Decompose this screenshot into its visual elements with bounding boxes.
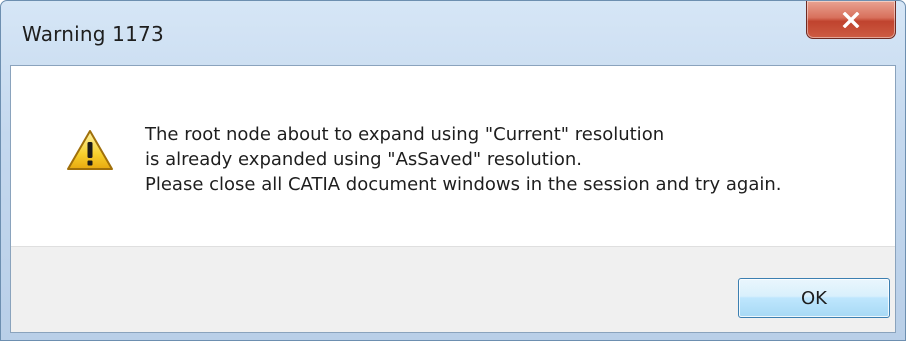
dialog-client-area: The root node about to expand using "Cur… (10, 65, 896, 333)
close-button[interactable] (806, 1, 896, 39)
window-title: Warning 1173 (22, 22, 164, 46)
message-line: The root node about to expand using "Cur… (145, 124, 665, 145)
message-text: The root node about to expand using "Cur… (145, 122, 782, 197)
title-bar[interactable]: Warning 1173 (1, 1, 905, 65)
button-bar: OK (11, 246, 895, 332)
warning-icon (66, 129, 114, 171)
ok-button[interactable]: OK (738, 278, 890, 318)
message-line: Please close all CATIA document windows … (145, 174, 782, 195)
message-area: The root node about to expand using "Cur… (11, 66, 895, 246)
dialog-window: Warning 1173 The root node about to expa… (0, 0, 906, 341)
message-line: is already expanded using "AsSaved" reso… (145, 149, 582, 170)
close-icon (842, 11, 860, 28)
